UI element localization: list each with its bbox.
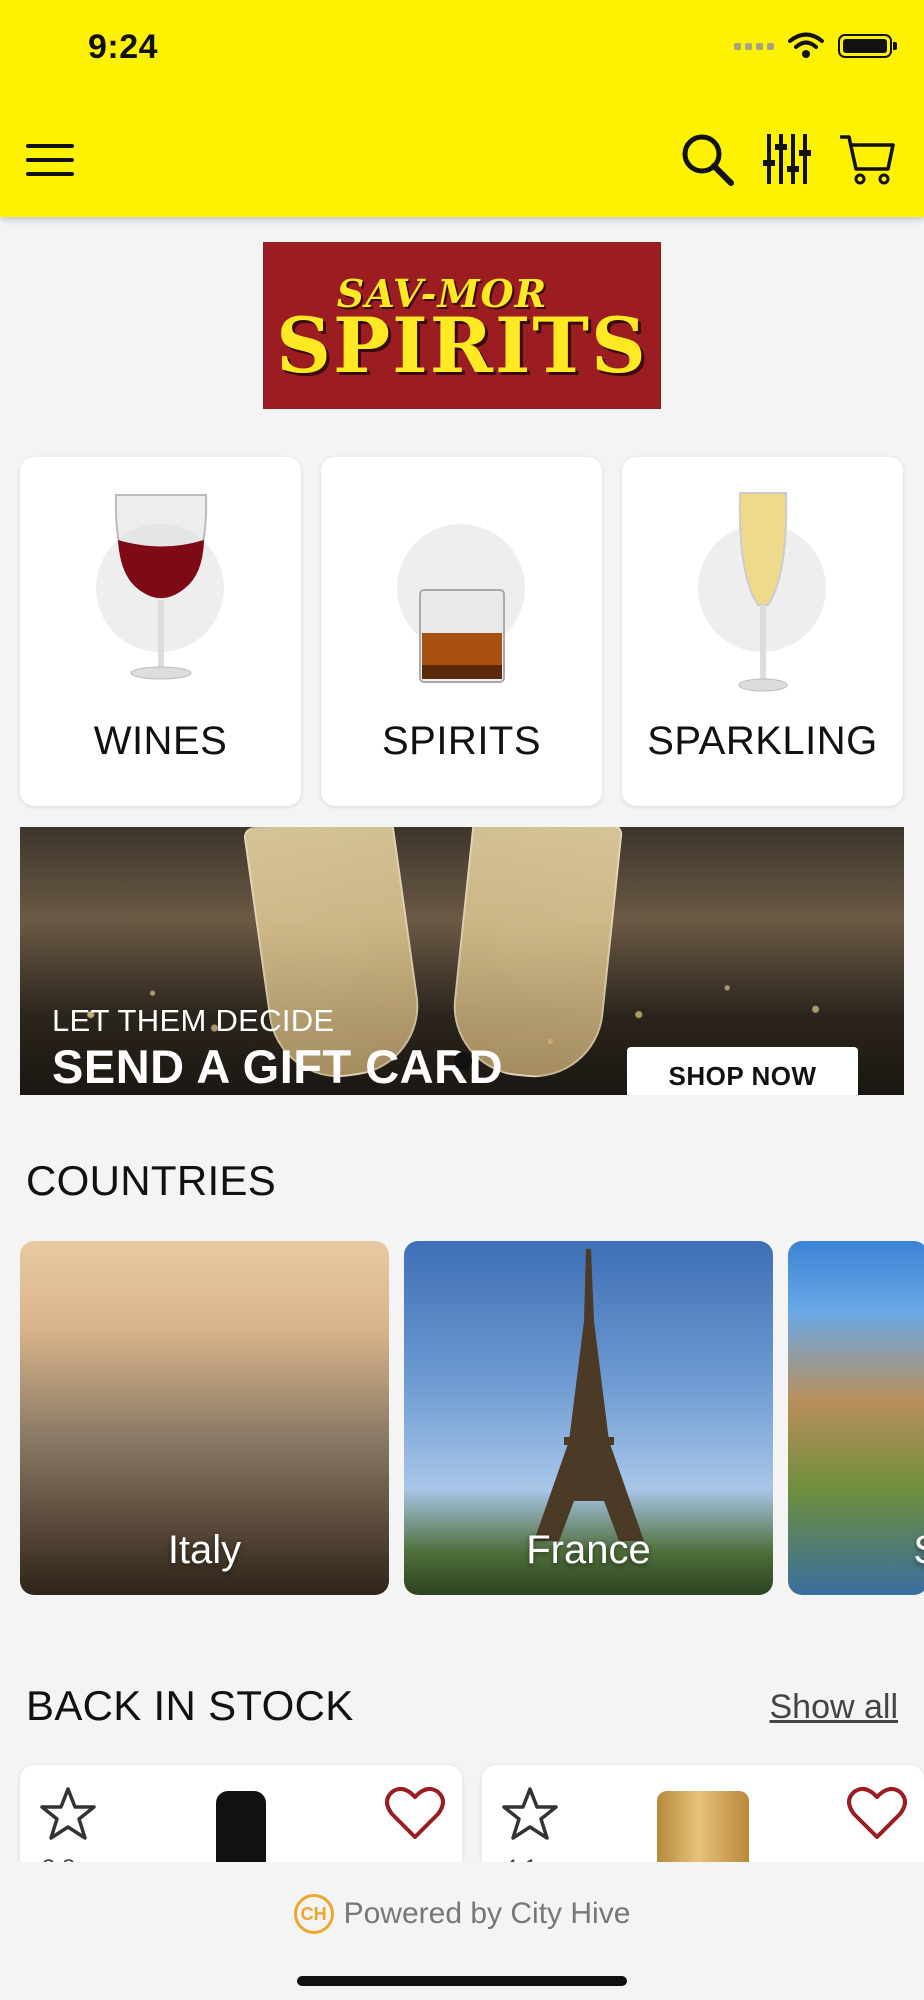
status-icons: [734, 32, 897, 60]
filter-sliders-icon: [763, 134, 811, 184]
country-label: Italy: [167, 1528, 242, 1572]
category-label: SPARKLING: [647, 719, 878, 763]
country-card-spain[interactable]: S: [788, 1241, 924, 1595]
show-all-link[interactable]: Show all: [769, 1688, 898, 1727]
banner-subtitle: LET THEM DECIDE: [52, 1003, 335, 1038]
country-card-italy[interactable]: Italy: [20, 1241, 389, 1595]
signal-icon: [734, 42, 774, 50]
wine-glass-icon: [114, 494, 207, 680]
footer: CH Powered by City Hive: [0, 1862, 924, 2000]
whiskey-glass-icon: [418, 589, 505, 683]
country-label: S: [788, 1528, 924, 1573]
category-label: SPIRITS: [381, 719, 542, 763]
countries-carousel[interactable]: Italy France S: [20, 1241, 924, 1597]
star-icon[interactable]: [500, 1785, 560, 1843]
status-time: 9:24: [88, 28, 159, 66]
category-card-spirits[interactable]: SPIRITS: [321, 457, 602, 806]
filter-button[interactable]: [758, 130, 816, 188]
star-icon[interactable]: [38, 1785, 98, 1843]
back-in-stock-title: BACK IN STOCK: [26, 1682, 354, 1729]
city-hive-logo-icon: CH: [293, 1894, 334, 1934]
menu-button[interactable]: [26, 140, 74, 180]
heart-icon[interactable]: [846, 1785, 908, 1841]
cart-button[interactable]: [838, 130, 896, 188]
logo-line2: SPIRITS: [276, 300, 648, 390]
category-label: WINES: [93, 719, 228, 763]
wifi-icon: [788, 32, 824, 58]
banner-title: SEND A GIFT CARD: [52, 1040, 504, 1093]
category-card-wines[interactable]: WINES: [20, 457, 301, 806]
champagne-flute-icon: [738, 492, 787, 692]
category-row: WINES SPIRITS SPARKLING: [20, 457, 904, 806]
countries-title: COUNTRIES: [26, 1157, 277, 1204]
category-card-sparkling[interactable]: SPARKLING: [622, 457, 903, 806]
store-logo: SAV-MOR SPIRITS: [263, 242, 661, 409]
powered-by-text: Powered by City Hive: [343, 1897, 631, 1930]
search-icon: [682, 134, 734, 186]
shop-now-button[interactable]: SHOP NOW: [627, 1047, 858, 1095]
carousel-indicator[interactable]: [454, 1052, 472, 1070]
top-app-bar: 9:24: [0, 0, 924, 217]
heart-icon[interactable]: [384, 1785, 446, 1841]
country-card-france[interactable]: France: [404, 1241, 773, 1595]
home-indicator[interactable]: [297, 1976, 627, 1986]
battery-icon: [838, 34, 897, 58]
cart-icon: [840, 135, 895, 185]
search-button[interactable]: [678, 130, 736, 188]
powered-by: CH Powered by City Hive: [0, 1894, 924, 1934]
country-label: France: [526, 1528, 651, 1572]
